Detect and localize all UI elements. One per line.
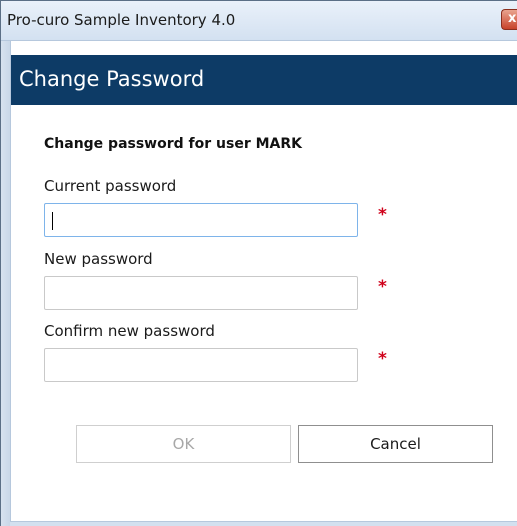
dialog-client-area: Change Password Change password for user… [10,41,517,521]
new-password-label: New password [44,250,153,268]
dialog-window: Pro-curo Sample Inventory 4.0 x Change P… [0,0,517,526]
text-caret [52,212,53,230]
new-password-required-marker: * [378,277,387,297]
confirm-password-input[interactable] [44,348,358,382]
current-password-label: Current password [44,177,177,195]
header-banner: Change Password [11,55,517,105]
confirm-password-required-marker: * [378,349,387,369]
window-titlebar[interactable]: Pro-curo Sample Inventory 4.0 x [1,1,517,41]
confirm-password-label: Confirm new password [44,322,215,340]
window-title: Pro-curo Sample Inventory 4.0 [7,11,236,29]
window-frame-left [1,41,10,526]
current-password-required-marker: * [378,205,387,225]
new-password-input[interactable] [44,276,358,310]
ok-button[interactable]: OK [76,425,291,463]
subtitle: Change password for user MARK [44,136,302,152]
close-icon: x [508,11,517,26]
current-password-input[interactable] [44,203,358,237]
cancel-button[interactable]: Cancel [298,425,493,463]
page-title: Change Password [19,67,205,91]
window-frame-bottom [10,521,517,526]
close-button[interactable]: x [501,9,517,30]
